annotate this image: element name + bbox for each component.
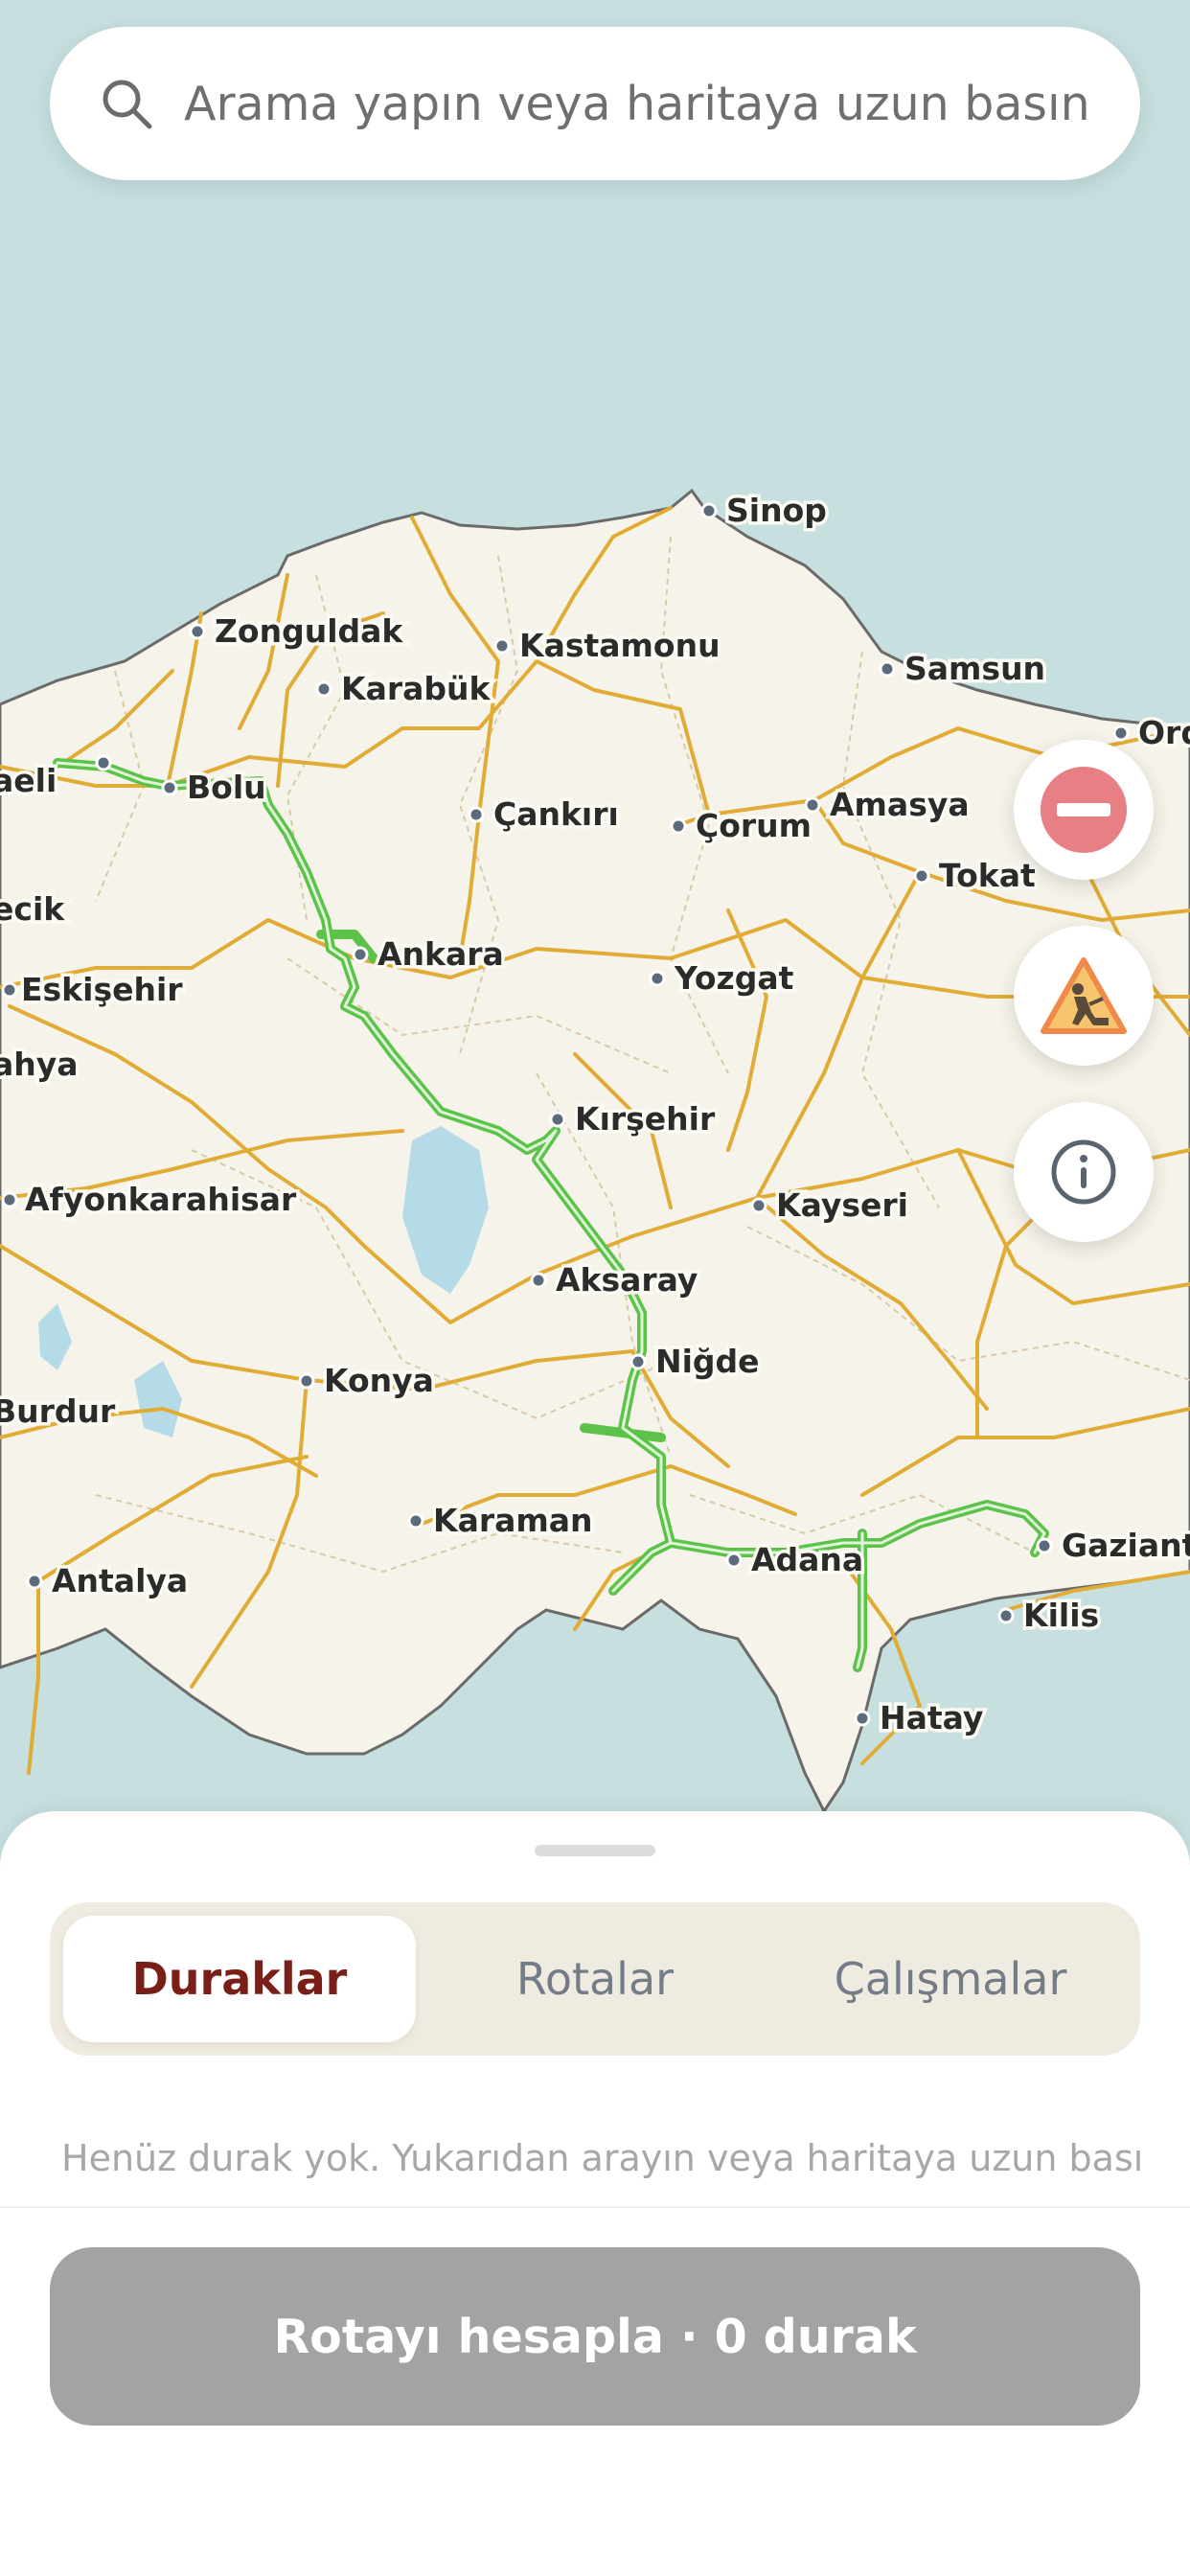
city-marker[interactable]: [804, 796, 821, 814]
city-marker[interactable]: [750, 1197, 767, 1214]
city-marker[interactable]: [854, 1710, 871, 1727]
info-button[interactable]: [1014, 1102, 1154, 1242]
city-label: Çankırı: [493, 795, 619, 833]
city-marker[interactable]: [1112, 724, 1130, 742]
city-label: Çorum: [696, 807, 812, 844]
city-marker[interactable]: [670, 817, 687, 835]
road-closure-button[interactable]: [1014, 740, 1154, 880]
city-marker[interactable]: [700, 502, 718, 519]
city-marker[interactable]: [530, 1272, 547, 1289]
city-label: Ankara: [378, 935, 504, 973]
city-marker[interactable]: [189, 623, 206, 640]
city-marker[interactable]: [1, 981, 18, 999]
city-marker[interactable]: [879, 660, 896, 678]
search-input[interactable]: [182, 75, 1140, 132]
city-label: Adana: [751, 1541, 863, 1578]
city-label: Tokat: [939, 857, 1036, 894]
city-marker[interactable]: [1036, 1537, 1053, 1554]
city-marker[interactable]: [298, 1372, 315, 1390]
city-marker[interactable]: [161, 779, 178, 796]
divider: [0, 2206, 1190, 2208]
city-marker[interactable]: [725, 1552, 743, 1569]
city-label: Afyonkarahisar: [25, 1181, 297, 1218]
city-label: Niğde: [655, 1343, 760, 1380]
calculate-route-button[interactable]: Rotayı hesapla · 0 durak: [50, 2247, 1140, 2426]
city-label: Konya: [324, 1362, 434, 1399]
city-marker[interactable]: [407, 1512, 424, 1530]
city-label: ahya: [0, 1046, 79, 1083]
city-marker[interactable]: [493, 637, 511, 655]
city-marker[interactable]: [549, 1111, 566, 1128]
city-label: Kilis: [1023, 1597, 1099, 1634]
city-marker[interactable]: [913, 867, 930, 885]
city-marker[interactable]: [629, 1353, 647, 1370]
tab-calismalar[interactable]: Çalışmalar: [774, 1916, 1127, 2042]
city-label: Kırşehir: [575, 1100, 716, 1138]
city-label: Karaman: [433, 1502, 593, 1539]
city-marker[interactable]: [95, 754, 112, 771]
tab-rotalar[interactable]: Rotalar: [419, 1916, 771, 2042]
segmented-tabs: Duraklar Rotalar Çalışmalar: [50, 1902, 1140, 2056]
search-bar[interactable]: [50, 27, 1140, 180]
tab-duraklar[interactable]: Duraklar: [63, 1916, 416, 2042]
city-label: Gaziante: [1062, 1527, 1190, 1564]
city-label: Zonguldak: [215, 612, 403, 650]
road-works-button[interactable]: [1014, 926, 1154, 1066]
city-label: Sinop: [726, 492, 827, 529]
no-entry-icon: [1041, 767, 1127, 853]
city-label: Ord: [1138, 714, 1190, 751]
city-label: aeli: [0, 762, 57, 799]
city-label: ecik: [0, 890, 65, 928]
city-marker[interactable]: [315, 680, 332, 698]
info-icon: [1051, 1139, 1116, 1205]
city-label: Yozgat: [674, 959, 794, 997]
city-label: Karabük: [341, 670, 491, 707]
bottom-sheet: Duraklar Rotalar Çalışmalar Henüz durak …: [0, 1811, 1190, 2576]
city-label: Eskişehir: [21, 971, 183, 1008]
city-marker[interactable]: [1, 1191, 18, 1208]
empty-stops-message: Henüz durak yok. Yukarıdan arayın veya h…: [61, 2137, 1144, 2179]
map-canvas[interactable]: Sinop Zonguldak Kastamonu Karabük Samsun Bolu…: [0, 0, 1190, 1821]
city-label: Antalya: [52, 1562, 188, 1599]
city-label: Kayseri: [776, 1186, 908, 1224]
city-label: Aksaray: [556, 1261, 698, 1299]
drag-handle[interactable]: [535, 1845, 655, 1856]
city-marker[interactable]: [649, 970, 666, 987]
map[interactable]: Sinop Zonguldak Kastamonu Karabük Samsun Bolu…: [0, 0, 1190, 1821]
city-marker[interactable]: [26, 1573, 43, 1590]
search-icon: [103, 80, 152, 129]
city-label: Kastamonu: [519, 627, 721, 664]
city-marker[interactable]: [997, 1607, 1015, 1624]
city-marker[interactable]: [468, 806, 485, 823]
city-label: Amasya: [830, 786, 970, 823]
city-label: Burdur: [0, 1392, 116, 1430]
city-label: Samsun: [904, 650, 1045, 687]
city-label: Hatay: [880, 1699, 983, 1736]
city-label: Bolu: [187, 769, 266, 806]
road-work-icon: [1041, 957, 1127, 1034]
city-marker[interactable]: [352, 946, 369, 963]
